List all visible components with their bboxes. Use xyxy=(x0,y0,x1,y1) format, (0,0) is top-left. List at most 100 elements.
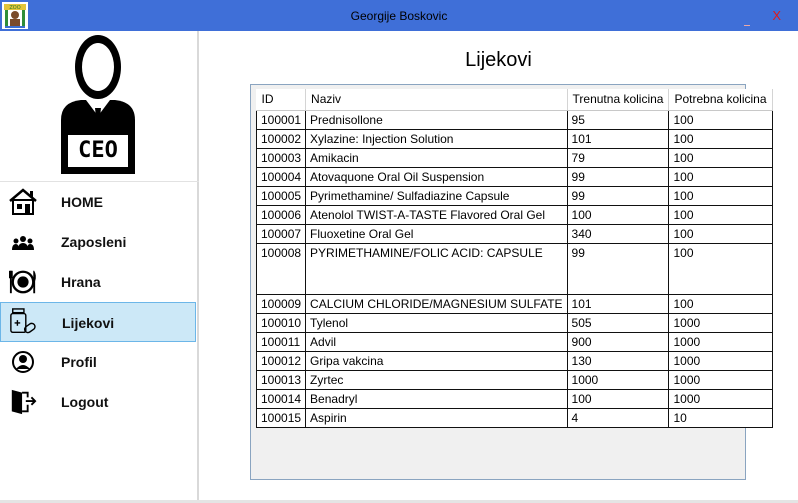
table-cell[interactable]: CALCIUM CHLORIDE/MAGNESIUM SULFATE xyxy=(305,294,568,314)
table-cell[interactable]: 101 xyxy=(567,294,670,314)
table-cell[interactable]: 100 xyxy=(668,167,773,187)
nav-item-profil[interactable]: Profil xyxy=(0,342,196,382)
table-cell[interactable]: 100002 xyxy=(255,129,307,149)
table-row[interactable]: 100013 Zyrtec 1000 1000 xyxy=(255,370,773,390)
medicine-icon xyxy=(10,308,36,334)
table-cell[interactable]: 100 xyxy=(567,205,670,225)
table-cell[interactable]: 100005 xyxy=(255,186,307,206)
table-cell[interactable]: Amikacin xyxy=(305,148,568,168)
table-cell[interactable]: Atovaquone Oral Oil Suspension xyxy=(305,167,568,187)
table-cell[interactable]: 100 xyxy=(668,243,773,295)
ceo-avatar: CEO xyxy=(55,34,141,180)
nav-item-home[interactable]: HOME xyxy=(0,182,196,222)
table-cell[interactable]: 1000 xyxy=(668,370,773,390)
table-cell[interactable]: 100009 xyxy=(255,294,307,314)
nav-item-logout[interactable]: Logout xyxy=(0,382,196,422)
table-cell[interactable]: Benadryl xyxy=(305,389,568,409)
table-cell[interactable]: 100 xyxy=(668,148,773,168)
people-icon xyxy=(12,236,34,250)
user-icon xyxy=(12,351,34,373)
medicines-grid[interactable]: ID Naziv Trenutna kolicina Potrebna koli… xyxy=(250,84,773,480)
nav-item-lijekovi[interactable]: Lijekovi xyxy=(0,302,196,342)
table-cell[interactable]: 100010 xyxy=(255,313,307,333)
table-cell[interactable]: 100 xyxy=(668,110,773,130)
table-cell[interactable]: 340 xyxy=(567,224,670,244)
table-cell[interactable]: 100012 xyxy=(255,351,307,371)
table-cell[interactable]: Aspirin xyxy=(305,408,568,428)
table-row[interactable]: 100008 PYRIMETHAMINE/FOLIC ACID: CAPSULE 9… xyxy=(255,243,773,295)
table-cell[interactable]: 1000 xyxy=(668,389,773,409)
table-cell[interactable]: 100 xyxy=(668,205,773,225)
table-row[interactable]: 100012 Gripa vakcina 130 1000 xyxy=(255,351,773,371)
ceo-badge-text: CEO xyxy=(78,138,118,163)
table-cell[interactable]: Xylazine: Injection Solution xyxy=(305,129,568,149)
column-header-naziv[interactable]: Naziv xyxy=(305,89,568,111)
table-cell[interactable]: 101 xyxy=(567,129,670,149)
table-cell[interactable]: Tylenol xyxy=(305,313,568,333)
table-cell[interactable]: 10 xyxy=(668,408,773,428)
sidebar-divider xyxy=(197,31,199,503)
table-cell[interactable]: 1000 xyxy=(668,313,773,333)
table-cell[interactable]: 100013 xyxy=(255,370,307,390)
column-header-potrebna[interactable]: Potrebna kolicina xyxy=(668,89,773,111)
table-cell[interactable]: 900 xyxy=(567,332,670,352)
table-cell[interactable]: 100007 xyxy=(255,224,307,244)
table-cell[interactable]: 100 xyxy=(567,389,670,409)
table-cell[interactable]: Advil xyxy=(305,332,568,352)
table-cell[interactable]: Prednisollone xyxy=(305,110,568,130)
table-cell[interactable]: 95 xyxy=(567,110,670,130)
table-row[interactable]: 100011 Advil 900 1000 xyxy=(255,332,773,352)
table-cell[interactable]: 79 xyxy=(567,148,670,168)
title-bar: ZOO Georgije Boskovic X xyxy=(0,0,798,31)
table-row[interactable]: 100001 Prednisollone 95 100 xyxy=(255,110,773,130)
table-cell[interactable]: 99 xyxy=(567,167,670,187)
minimize-hint xyxy=(744,25,750,26)
table-cell[interactable]: 1000 xyxy=(567,370,670,390)
table-cell[interactable]: 100 xyxy=(668,186,773,206)
nav-label-logout: Logout xyxy=(61,394,109,410)
table-cell[interactable]: 505 xyxy=(567,313,670,333)
table-cell[interactable]: 100 xyxy=(668,224,773,244)
table-cell[interactable]: 100015 xyxy=(255,408,307,428)
column-header-id[interactable]: ID xyxy=(256,89,307,111)
table-row[interactable]: 100010 Tylenol 505 1000 xyxy=(255,313,773,333)
table-cell[interactable]: Zyrtec xyxy=(305,370,568,390)
table-row[interactable]: 100015 Aspirin 4 10 xyxy=(255,408,773,428)
table-row[interactable]: 100004 Atovaquone Oral Oil Suspension 99 10… xyxy=(255,167,773,187)
close-button[interactable]: X xyxy=(772,8,781,23)
table-row[interactable]: 100002 Xylazine: Injection Solution 101 100 xyxy=(255,129,773,149)
nav-label-home: HOME xyxy=(61,194,103,210)
table-cell[interactable]: 100 xyxy=(668,294,773,314)
table-cell[interactable]: 100004 xyxy=(255,167,307,187)
table-cell[interactable]: PYRIMETHAMINE/FOLIC ACID: CAPSULE xyxy=(305,243,568,295)
table-row[interactable]: 100007 Fluoxetine Oral Gel 340 100 xyxy=(255,224,773,244)
nav-label-lijekovi: Lijekovi xyxy=(62,315,115,331)
table-cell[interactable]: 100014 xyxy=(255,389,307,409)
table-cell[interactable]: 130 xyxy=(567,351,670,371)
nav-label-profil: Profil xyxy=(61,354,97,370)
table-row[interactable]: 100009 CALCIUM CHLORIDE/MAGNESIUM SULFATE… xyxy=(255,294,773,314)
table-cell[interactable]: 4 xyxy=(567,408,670,428)
table-cell[interactable]: 100003 xyxy=(255,148,307,168)
table-row[interactable]: 100014 Benadryl 100 1000 xyxy=(255,389,773,409)
table-row[interactable]: 100003 Amikacin 79 100 xyxy=(255,148,773,168)
table-cell[interactable]: Pyrimethamine/ Sulfadiazine Capsule xyxy=(305,186,568,206)
column-header-trenutna[interactable]: Trenutna kolicina xyxy=(567,89,670,111)
table-cell[interactable]: 100011 xyxy=(255,332,307,352)
table-row[interactable]: 100006 Atenolol TWIST-A-TASTE Flavored Or… xyxy=(255,205,773,225)
table-cell[interactable]: Fluoxetine Oral Gel xyxy=(305,224,568,244)
table-cell[interactable]: 100006 xyxy=(255,205,307,225)
table-cell[interactable]: 99 xyxy=(567,243,670,295)
table-cell[interactable]: 100 xyxy=(668,129,773,149)
table-cell[interactable]: 100008 xyxy=(255,243,307,295)
nav-label-zaposleni: Zaposleni xyxy=(61,234,127,250)
table-cell[interactable]: 100001 xyxy=(255,110,307,130)
table-cell[interactable]: 1000 xyxy=(668,351,773,371)
table-cell[interactable]: 1000 xyxy=(668,332,773,352)
nav-item-hrana[interactable]: Hrana xyxy=(0,262,196,302)
table-cell[interactable]: Atenolol TWIST-A-TASTE Flavored Oral Gel xyxy=(305,205,568,225)
nav-item-zaposleni[interactable]: Zaposleni xyxy=(0,222,196,262)
table-cell[interactable]: Gripa vakcina xyxy=(305,351,568,371)
table-cell[interactable]: 99 xyxy=(567,186,670,206)
table-row[interactable]: 100005 Pyrimethamine/ Sulfadiazine Capsul… xyxy=(255,186,773,206)
